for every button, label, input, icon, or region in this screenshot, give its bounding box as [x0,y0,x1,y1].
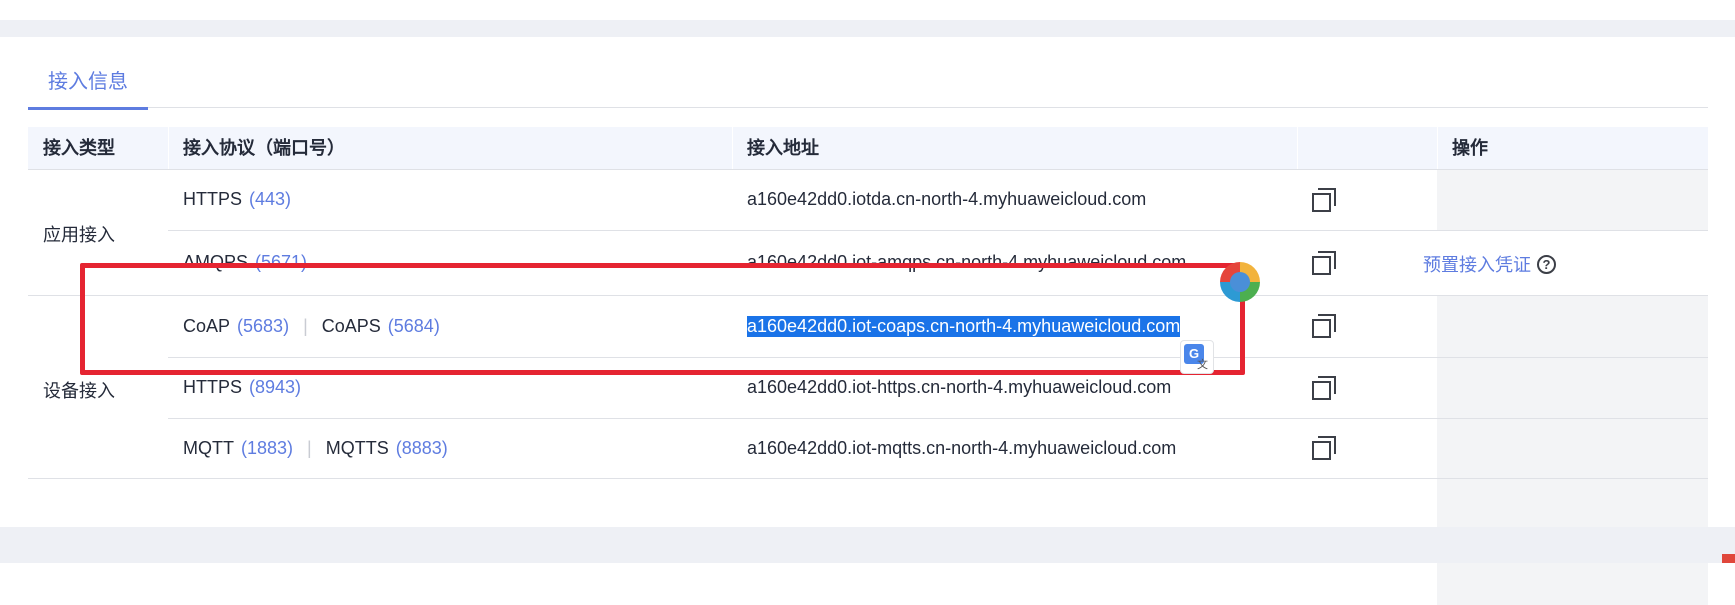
table-row: CoAP (5683) | CoAPS (5684) a160e42dd0.io… [28,295,1708,357]
copy-icon[interactable] [1312,376,1336,400]
protocol-name: MQTT [183,437,234,458]
protocol-port: (8883) [395,437,448,458]
tab-access-info[interactable]: 接入信息 [28,62,148,110]
protocol-name: CoAPS [321,315,381,336]
protocol-port: (8943) [249,377,302,397]
header-copy [1297,127,1437,169]
protocol-separator: | [303,315,308,336]
corner-widget[interactable] [1722,554,1735,563]
preset-credential-link[interactable]: 预置接入凭证 ? [1423,251,1556,277]
translate-icon[interactable]: G 文 [1180,340,1214,374]
protocol-port: (5684) [387,315,440,336]
copy-icon[interactable] [1312,436,1336,460]
protocol-cell: HTTPS (8943) [168,357,301,418]
tab-access-info-label: 接入信息 [48,71,128,93]
copy-icon[interactable] [1312,314,1336,338]
address-text[interactable]: a160e42dd0.iot-https.cn-north-4.myhuawei… [747,377,1171,398]
protocol-name: HTTPS [183,377,243,397]
tab-bar: 接入信息 [28,62,1708,110]
protocol-name: CoAP [183,315,231,336]
question-circle-icon[interactable]: ? [1537,254,1556,274]
address-cell: a160e42dd0.iot-https.cn-north-4.myhuawei… [732,357,1171,418]
preset-credential-label: 预置接入凭证 [1423,255,1531,275]
protocol-separator: | [307,437,312,458]
table-row: HTTPS (443) a160e42dd0.iotda.cn-north-4.… [28,169,1708,230]
header-access-type: 接入类型 [43,138,115,158]
protocol-cell: AMQPS (5671) [168,230,307,295]
tab-active-indicator [28,107,148,110]
address-text-selected[interactable]: a160e42dd0.iot-coaps.cn-north-4.myhuawei… [747,315,1181,337]
address-text[interactable]: a160e42dd0.iot-amqps.cn-north-4.myhuawei… [747,252,1186,273]
copy-icon[interactable] [1312,251,1336,275]
address-cell: a160e42dd0.iot-mqtts.cn-north-4.myhuawei… [732,418,1176,478]
address-cell: a160e42dd0.iot-coaps.cn-north-4.myhuawei… [732,295,1181,357]
protocol-port: (5683) [237,315,290,336]
page-divider-top [0,20,1735,37]
address-text[interactable]: a160e42dd0.iotda.cn-north-4.myhuaweiclou… [747,189,1146,210]
address-cell: a160e42dd0.iotda.cn-north-4.myhuaweiclou… [732,169,1146,230]
header-protocol: 接入协议（端口号） [183,138,345,158]
protocol-cell: MQTT (1883) | MQTTS (8883) [168,418,448,478]
protocol-port: (443) [249,189,292,209]
protocol-cell: CoAP (5683) | CoAPS (5684) [168,295,440,357]
top-band [0,0,1735,20]
table-bottom-border [28,478,1708,479]
header-operation: 操作 [1452,138,1488,158]
page-footer-gray [0,527,1735,563]
address-cell: a160e42dd0.iot-amqps.cn-north-4.myhuawei… [732,230,1186,295]
protocol-port: (5671) [255,252,308,272]
header-address: 接入地址 [747,138,819,158]
table-row: MQTT (1883) | MQTTS (8883) a160e42dd0.io… [28,418,1708,478]
protocol-cell: HTTPS (443) [168,169,291,230]
browser-extension-icon[interactable] [1220,262,1260,302]
protocol-name: HTTPS [183,189,243,209]
address-text[interactable]: a160e42dd0.iot-mqtts.cn-north-4.myhuawei… [747,438,1176,459]
protocol-name: MQTTS [325,437,389,458]
protocol-name: AMQPS [183,252,249,272]
protocol-port: (1883) [241,437,294,458]
copy-icon[interactable] [1312,188,1336,212]
table-header: 接入类型 接入协议（端口号） 接入地址 操作 [28,127,1708,169]
table-row: HTTPS (8943) a160e42dd0.iot-https.cn-nor… [28,357,1708,418]
